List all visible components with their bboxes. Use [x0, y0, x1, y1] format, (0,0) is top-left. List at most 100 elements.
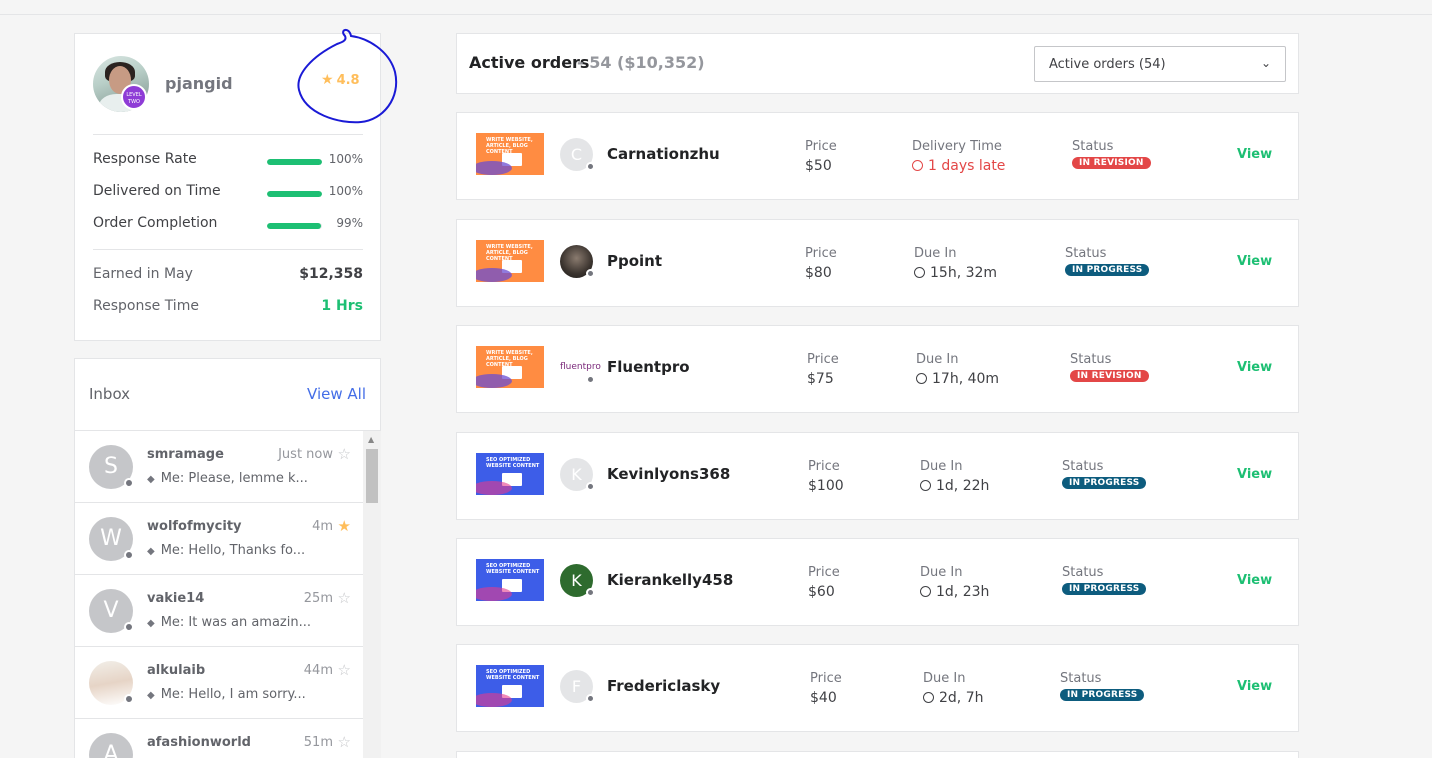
status-badge: IN PROGRESS — [1062, 477, 1147, 489]
seller-username[interactable]: pjangid — [165, 74, 233, 93]
metric-value: 99% — [336, 216, 363, 230]
order-due-in: Due In 15h, 32m — [914, 246, 998, 281]
order-delivery-time: Delivery Time 1 days late — [912, 139, 1006, 174]
scrollbar-thumb[interactable] — [366, 449, 378, 503]
tag-icon: ◆ — [147, 690, 155, 701]
gig-thumbnail[interactable]: SEO OPTIMIZED WEBSITE CONTENT — [476, 453, 544, 495]
buyer-name[interactable]: Ppoint — [607, 252, 662, 270]
gig-thumbnail[interactable]: WRITE WEBSITE, ARTICLE, BLOG CONTENT — [476, 133, 544, 175]
contact-avatar: A — [89, 733, 133, 758]
message-time: 51m — [303, 735, 333, 750]
order-card-partial — [456, 751, 1299, 758]
buyer-avatar: C — [560, 138, 595, 171]
view-order-link[interactable]: View — [1237, 467, 1272, 482]
status-badge: IN REVISION — [1072, 157, 1151, 169]
order-price: Price $50 — [805, 139, 837, 174]
order-card: WRITE WEBSITE, ARTICLE, BLOG CONTENT Ppo… — [456, 219, 1299, 307]
star-icon[interactable]: ☆ — [338, 589, 351, 607]
view-order-link[interactable]: View — [1237, 254, 1272, 269]
order-card: SEO OPTIMIZED WEBSITE CONTENT F Frederic… — [456, 644, 1299, 732]
offline-status-dot — [586, 269, 595, 278]
contact-avatar: V — [89, 589, 134, 633]
message-time: Just now — [278, 447, 333, 462]
seller-profile-card: LEVEL TWO pjangid ★ 4.8 Response Rate 100… — [74, 29, 398, 341]
offline-status-dot — [586, 482, 595, 491]
inbox-message[interactable]: W wolfofmycity 4m ★ ◆ Me: Hello, Thanks f… — [75, 503, 363, 575]
status-badge: IN PROGRESS — [1062, 583, 1147, 595]
metric-progress-bar — [267, 191, 322, 197]
order-due-in: Due In 1d, 22h — [920, 459, 990, 494]
metric-label: Order Completion — [93, 215, 218, 231]
active-orders-title: Active orders — [469, 53, 590, 72]
clock-icon — [920, 480, 931, 491]
inbox-view-all-link[interactable]: View All — [307, 385, 366, 403]
star-icon[interactable]: ☆ — [338, 445, 351, 463]
scroll-up-arrow-icon[interactable]: ▲ — [368, 435, 374, 444]
gig-thumbnail[interactable]: SEO OPTIMIZED WEBSITE CONTENT — [476, 665, 544, 707]
offline-status-dot — [124, 622, 134, 632]
clock-icon — [920, 586, 931, 597]
order-status: Status IN PROGRESS — [1060, 671, 1145, 701]
message-time: 4m — [312, 519, 333, 534]
status-badge: IN PROGRESS — [1060, 689, 1145, 701]
earned-value: $12,358 — [299, 266, 363, 282]
order-card: SEO OPTIMIZED WEBSITE CONTENT K Kevinlyo… — [456, 432, 1299, 520]
star-filled-icon[interactable]: ★ — [338, 517, 351, 535]
metric-response-rate: Response Rate 100% — [93, 151, 363, 171]
buyer-avatar — [560, 245, 595, 278]
response-time-value: 1 Hrs — [321, 298, 363, 314]
buyer-name[interactable]: Kierankelly458 — [607, 571, 733, 589]
order-status: Status IN REVISION — [1070, 352, 1149, 382]
offline-status-dot — [586, 694, 595, 703]
message-preview: ◆ Me: Hello, Thanks fo... — [147, 543, 306, 558]
contact-avatar: W — [89, 517, 134, 561]
order-due-in: Due In 1d, 23h — [920, 565, 990, 600]
message-time: 44m — [303, 663, 333, 678]
order-card: WRITE WEBSITE, ARTICLE, BLOG CONTENT C C… — [456, 112, 1299, 200]
message-preview: ◆ Me: Please, lemme k... — [147, 471, 308, 486]
clock-icon — [923, 692, 934, 703]
seller-avatar[interactable]: LEVEL TWO — [93, 56, 149, 112]
contact-name: alkulaib — [147, 663, 206, 678]
inbox-header: Inbox View All — [75, 359, 380, 431]
metric-order-completion: Order Completion 99% — [93, 215, 363, 235]
order-status: Status IN PROGRESS — [1062, 459, 1147, 489]
star-icon[interactable]: ☆ — [338, 661, 351, 679]
offline-status-dot — [586, 588, 595, 597]
message-preview: ◆ Me: Hello, I am sorry... — [147, 687, 306, 702]
buyer-name[interactable]: Fluentpro — [607, 358, 690, 376]
inbox-title: Inbox — [89, 385, 131, 403]
chevron-down-icon: ⌄ — [1260, 56, 1271, 70]
view-order-link[interactable]: View — [1237, 573, 1272, 588]
buyer-avatar: K — [560, 564, 595, 597]
order-due-in: Due In 17h, 40m — [916, 352, 1000, 387]
level-badge: LEVEL TWO — [121, 84, 147, 110]
metric-value: 100% — [328, 184, 363, 198]
buyer-name[interactable]: Fredericlasky — [607, 677, 720, 695]
order-price: Price $60 — [808, 565, 840, 600]
gig-thumbnail[interactable]: WRITE WEBSITE, ARTICLE, BLOG CONTENT — [476, 346, 544, 388]
inbox-message[interactable]: alkulaib 44m ☆ ◆ Me: Hello, I am sorry... — [75, 647, 363, 719]
buyer-name[interactable]: Carnationzhu — [607, 145, 720, 163]
inbox-message[interactable]: S smramage Just now ☆ ◆ Me: Please, lemme… — [75, 431, 363, 503]
metric-progress-bar — [267, 159, 322, 165]
active-orders-count: - 54 ($10,352) — [577, 53, 705, 72]
gig-thumbnail[interactable]: WRITE WEBSITE, ARTICLE, BLOG CONTENT — [476, 240, 544, 282]
view-order-link[interactable]: View — [1237, 360, 1272, 375]
metric-delivered-on-time: Delivered on Time 100% — [93, 183, 363, 203]
view-order-link[interactable]: View — [1237, 679, 1272, 694]
inbox-message[interactable]: V vakie14 25m ☆ ◆ Me: It was an amazin... — [75, 575, 363, 647]
inbox-panel: Inbox View All S smramage Just now ☆ ◆ Me… — [74, 358, 381, 758]
order-price: Price $40 — [810, 671, 842, 706]
view-order-link[interactable]: View — [1237, 147, 1272, 162]
inbox-scrollbar[interactable]: ▲ — [363, 431, 381, 758]
inbox-message[interactable]: A afashionworld 51m ☆ — [75, 719, 363, 758]
star-icon[interactable]: ☆ — [338, 733, 351, 751]
gig-thumbnail[interactable]: SEO OPTIMIZED WEBSITE CONTENT — [476, 559, 544, 601]
buyer-name[interactable]: Kevinlyons368 — [607, 465, 730, 483]
offline-status-dot — [586, 162, 595, 171]
order-status: Status IN PROGRESS — [1062, 565, 1147, 595]
order-price: Price $80 — [805, 246, 837, 281]
orders-filter-select[interactable]: Active orders (54) ⌄ — [1034, 46, 1286, 82]
contact-name: vakie14 — [147, 591, 205, 606]
